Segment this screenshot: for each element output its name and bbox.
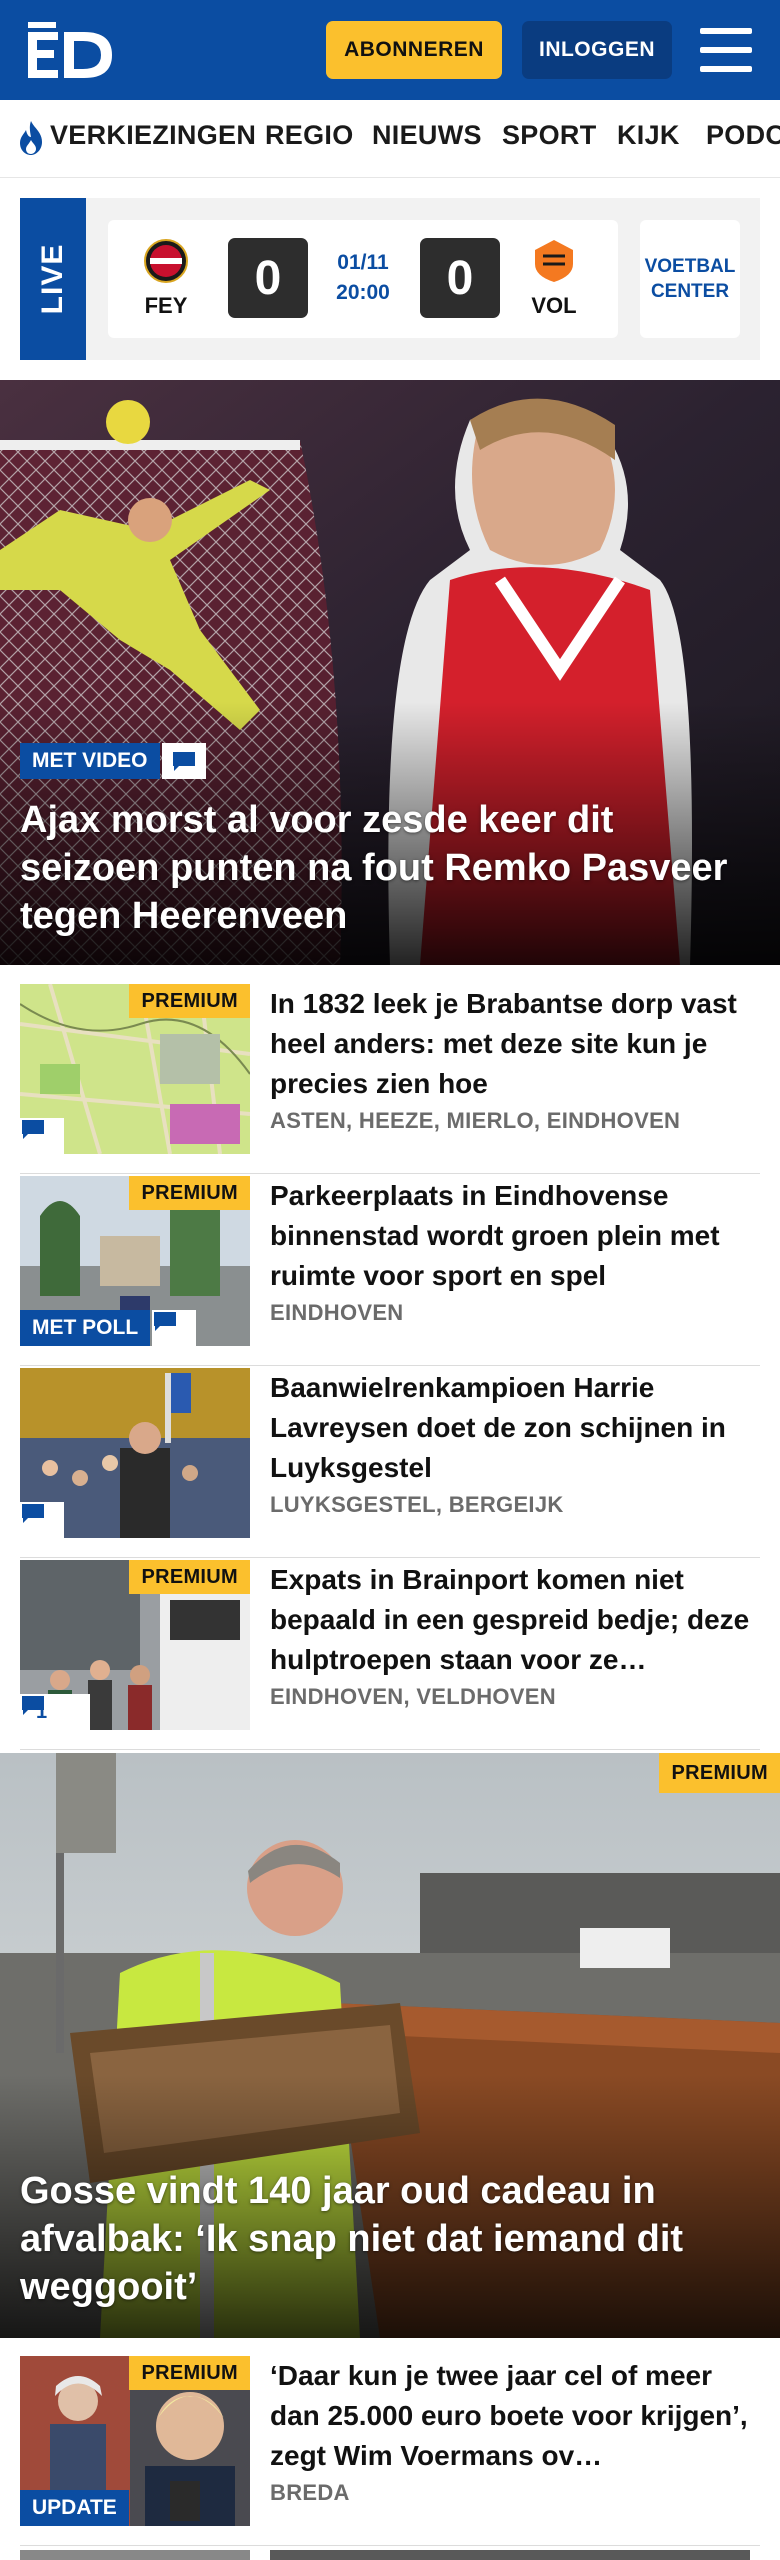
comment-count: 1 [20,1694,90,1730]
thumb-map: PREMIUM [20,984,250,1154]
article-title: Parkeerplaats in Eindhovense binnenstad … [270,1180,720,1291]
premium-badge: PREMIUM [129,2356,250,2390]
hero-title-ajax: Ajax morst al voor zesde keer dit seizoe… [20,799,728,937]
match-card[interactable]: FEY 0 01/11 20:00 0 VOL [108,220,618,338]
comment-icon [20,1118,64,1154]
hero-article-gosse[interactable]: PREMIUM Gosse vindt 140 jaar oud cadeau … [0,1753,780,2338]
list-item[interactable]: PREMIUM In 1832 leek je Brabantse dorp v… [20,984,760,1174]
home-team-abbr: FEY [144,293,188,318]
list-item[interactable]: PREMIUM 1 Expats in Brainport komen niet… [20,1560,760,1750]
nav-item-kijk[interactable]: KIJK [617,120,680,151]
comment-icon [152,1310,196,1346]
article-location: BREDA [270,2480,350,2505]
article-location: EINDHOVEN [270,1300,404,1325]
next-article-thumb-partial [20,2550,250,2560]
ed-logo[interactable] [28,22,114,78]
next-article-title-partial [270,2550,750,2560]
top-bar: ABONNEREN INLOGGEN [0,0,780,100]
nav-item-nieuws[interactable]: NIEUWS [372,120,482,151]
comment-icon [162,743,206,779]
article-location: ASTEN, HEEZE, MIERLO, EINDHOVEN [270,1108,681,1133]
list-item[interactable]: Baanwielrenkampioen Harrie Lavreysen doe… [20,1368,760,1558]
article-title: In 1832 leek je Brabantse dorp vast heel… [270,988,737,1099]
subscribe-button[interactable]: ABONNEREN [326,21,502,79]
list-item[interactable]: PREMIUM UPDATE ‘Daar kun je twee jaar ce… [20,2356,760,2546]
premium-badge: PREMIUM [129,1176,250,1210]
article-location: EINDHOVEN, VELDHOVEN [270,1684,556,1709]
match-date: 01/11 [337,251,389,274]
poll-badge: MET POLL [20,1310,151,1346]
thumb-crowd [20,1368,250,1538]
hero-title-gosse: Gosse vindt 140 jaar oud cadeau in afval… [20,2170,684,2308]
login-button[interactable]: INLOGGEN [522,21,672,79]
premium-badge: PREMIUM [129,1560,250,1594]
article-location: LUYKSGESTEL, BERGEIJK [270,1492,564,1517]
home-score: 0 [228,238,308,318]
comment-icon [20,1502,64,1538]
premium-badge: PREMIUM [129,984,250,1018]
comment-icon [22,1696,44,1715]
nav-item-sport[interactable]: SPORT [502,120,597,151]
thumb-voermans: PREMIUM UPDATE [20,2356,250,2526]
update-badge: UPDATE [20,2490,129,2526]
match-time: 20:00 [336,281,390,304]
thumb-expats: PREMIUM 1 [20,1560,250,1730]
hamburger-menu-icon[interactable] [700,28,752,72]
thumb-parking: PREMIUM MET POLL [20,1176,250,1346]
flame-icon [20,121,42,155]
away-score: 0 [420,238,500,318]
article-title: Baanwielrenkampioen Harrie Lavreysen doe… [270,1372,726,1483]
volendam-crest-icon [535,240,573,282]
home-team: FEY [136,238,196,319]
nav-item-verkiezingen[interactable]: VERKIEZINGEN [50,120,256,151]
nav-item-podcasts[interactable]: PODCASTS [706,120,780,151]
premium-badge: PREMIUM [659,1753,780,1793]
away-team: VOL [524,238,584,319]
live-scores-widget: LIVE FEY 0 01/11 20:00 0 VOL VOETBAL CEN… [20,198,760,360]
article-title: Expats in Brainport komen niet bepaald i… [270,1564,750,1675]
article-title: ‘Daar kun je twee jaar cel of meer dan 2… [270,2360,748,2471]
video-badge: MET VIDEO [20,743,160,779]
live-label: LIVE [20,198,86,360]
hero-article-ajax[interactable]: MET VIDEO Ajax morst al voor zesde keer … [0,380,780,965]
match-datetime: 01/11 20:00 [328,248,398,308]
voetbal-center-button[interactable]: VOETBAL CENTER [640,220,740,338]
away-team-abbr: VOL [531,293,577,318]
nav-item-regio[interactable]: REGIO [265,120,354,151]
feyenoord-crest-icon [144,239,188,283]
section-nav: VERKIEZINGEN REGIO NIEUWS SPORT KIJK POD… [0,100,780,178]
list-item[interactable]: PREMIUM MET POLL Parkeerplaats in Eindho… [20,1176,760,1366]
